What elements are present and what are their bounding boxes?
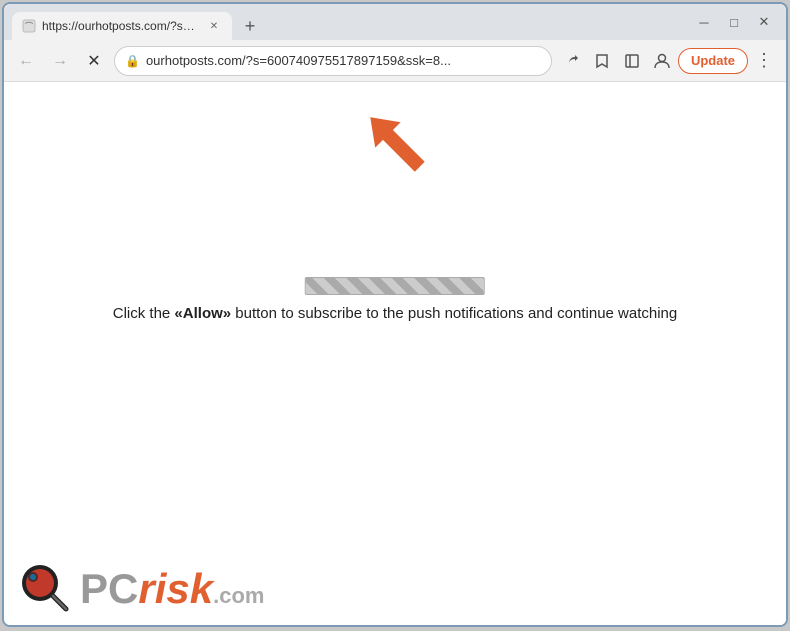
nav-actions: Update ⋮	[558, 47, 778, 75]
browser-window: https://ourhotposts.com/?s=600 ✕ + ─ □ ✕…	[2, 2, 788, 627]
profile-button[interactable]	[648, 47, 676, 75]
logo-area: PCrisk.com	[20, 563, 264, 615]
bookmark-icon	[594, 53, 610, 69]
bookmark-button[interactable]	[588, 47, 616, 75]
tab-favicon-icon	[22, 19, 36, 33]
share-icon	[564, 53, 580, 69]
back-button[interactable]: ←	[12, 47, 40, 75]
sidebar-button[interactable]	[618, 47, 646, 75]
address-text: ourhotposts.com/?s=600740975517897159&ss…	[146, 53, 541, 68]
nav-bar: ← → ✕ 🔒 ourhotposts.com/?s=6007409755178…	[4, 40, 786, 82]
update-button[interactable]: Update	[678, 48, 748, 74]
arrow-container	[355, 102, 435, 182]
subscribe-text-part2: button to subscribe to the push notifica…	[231, 305, 677, 322]
subscribe-text: Click the «Allow» button to subscribe to…	[113, 305, 678, 322]
minimize-button[interactable]: ─	[690, 8, 718, 36]
window-controls: ─ □ ✕	[690, 8, 778, 36]
tab-close-button[interactable]: ✕	[206, 18, 222, 34]
allow-button-text: «Allow»	[174, 305, 231, 322]
logo-dotcom: .com	[213, 585, 264, 611]
subscribe-text-part1: Click the	[113, 305, 175, 322]
share-button[interactable]	[558, 47, 586, 75]
more-menu-button[interactable]: ⋮	[750, 47, 778, 75]
maximize-button[interactable]: □	[720, 8, 748, 36]
orange-arrow-icon	[355, 102, 435, 182]
address-bar[interactable]: 🔒 ourhotposts.com/?s=600740975517897159&…	[114, 46, 552, 76]
pcrisk-logo-icon	[20, 563, 72, 615]
close-button[interactable]: ✕	[750, 8, 778, 36]
progress-bar	[305, 277, 485, 295]
sidebar-icon	[624, 53, 640, 69]
logo-risk: risk	[138, 568, 213, 610]
new-tab-button[interactable]: +	[236, 12, 264, 40]
lock-icon: 🔒	[125, 54, 140, 68]
profile-icon	[653, 52, 671, 70]
reload-button[interactable]: ✕	[80, 47, 108, 75]
logo-text: PCrisk.com	[80, 568, 264, 611]
progress-area: Click the «Allow» button to subscribe to…	[113, 277, 678, 322]
content-area: Click the «Allow» button to subscribe to…	[4, 82, 786, 625]
title-bar: https://ourhotposts.com/?s=600 ✕ + ─ □ ✕	[4, 4, 786, 40]
forward-button[interactable]: →	[46, 47, 74, 75]
tab-title: https://ourhotposts.com/?s=600	[42, 19, 200, 33]
active-tab[interactable]: https://ourhotposts.com/?s=600 ✕	[12, 12, 232, 40]
logo-pc: PC	[80, 568, 138, 610]
tab-area: https://ourhotposts.com/?s=600 ✕ +	[12, 4, 686, 40]
